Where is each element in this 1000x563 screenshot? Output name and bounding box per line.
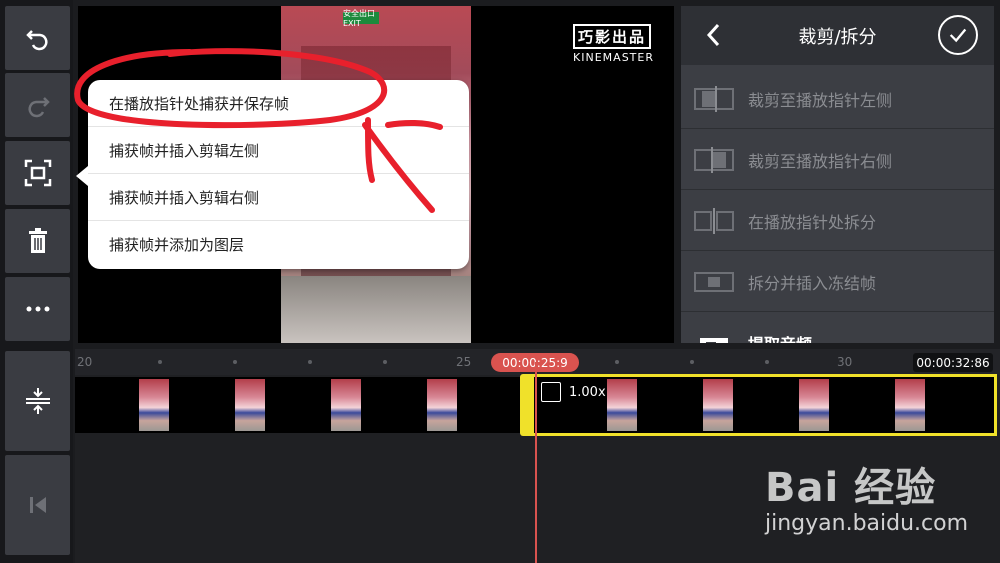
redo-icon [27, 97, 50, 118]
playhead[interactable] [535, 362, 537, 563]
clip-thumbnail [139, 379, 169, 431]
clip-thumbnail [703, 379, 733, 431]
floor [281, 276, 471, 343]
capture-frame-menu: 在播放指针处捕获并保存帧 捕获帧并插入剪辑左侧 捕获帧并插入剪辑右侧 捕获帧并添… [76, 80, 469, 269]
clip-thumbnail [235, 379, 265, 431]
panel-item-split[interactable]: 在播放指针处拆分 [681, 191, 994, 251]
extract-audio-icon [700, 338, 728, 343]
time-ruler[interactable]: 20 25 30 00:00:25:9 00:00:32:86 [75, 349, 1000, 375]
watermark-url: jingyan.baidu.com [765, 511, 969, 536]
film-icon [541, 382, 561, 402]
panel-item-trim-left[interactable]: 裁剪至播放指针左侧 [681, 69, 994, 129]
menu-item-capture-save[interactable]: 在播放指针处捕获并保存帧 [88, 80, 469, 127]
logo-cn: 巧影出品 [573, 24, 652, 49]
clip-thumbnail [607, 379, 637, 431]
panel-item-label: 裁剪至播放指针右侧 [748, 151, 893, 171]
ruler-dot [615, 360, 619, 364]
capture-frame-button[interactable] [5, 141, 70, 205]
ruler-dot [690, 360, 694, 364]
exit-sign: 安全出口 EXIT [343, 9, 379, 28]
chevron-left-icon [706, 23, 720, 47]
video-clip-left[interactable] [75, 377, 524, 433]
panel-item-label: 提取音频 [748, 331, 812, 343]
ruler-dot [383, 360, 387, 364]
undo-button[interactable] [5, 6, 70, 70]
clip-thumbnail [331, 379, 361, 431]
menu-item-capture-insert-left[interactable]: 捕获帧并插入剪辑左侧 [88, 127, 469, 174]
clip-thumbnail [895, 379, 925, 431]
skip-to-start-icon [29, 497, 46, 513]
ruler-tick: 20 [77, 355, 93, 369]
ruler-dot [233, 360, 237, 364]
left-toolbar [0, 0, 73, 563]
back-button[interactable] [699, 19, 729, 51]
split-icon [694, 207, 734, 234]
clip-speed-label: 1.00x [569, 385, 606, 400]
ruler-tick: 25 [456, 355, 472, 369]
trim-left-icon [694, 85, 734, 112]
confirm-button[interactable] [938, 15, 978, 55]
jump-to-start-button[interactable] [5, 455, 70, 555]
panel-item-split-freeze[interactable]: 拆分并插入冻结帧 [681, 252, 994, 312]
ruler-dot [765, 360, 769, 364]
track-height-button[interactable] [5, 351, 70, 451]
watermark-logo: Bai 经验 [765, 465, 937, 511]
total-time-badge: 00:00:32:86 [913, 353, 993, 372]
expand-vertical-icon [25, 388, 50, 414]
check-icon [949, 28, 967, 43]
menu-item-capture-add-layer[interactable]: 捕获帧并添加为图层 [88, 221, 469, 268]
trim-split-panel: 裁剪/拆分 裁剪至播放指针左侧 裁剪至播放指针右侧 在播放指针处拆分 拆分并插入… [681, 6, 994, 343]
video-clip-selected[interactable] [524, 374, 997, 436]
panel-item-label: 裁剪至播放指针左侧 [748, 90, 893, 110]
freeze-frame-icon [694, 271, 734, 292]
trash-icon [28, 228, 47, 253]
trim-right-icon [694, 146, 734, 173]
kinemaster-logo: 巧影出品 KINEMASTER [573, 24, 654, 64]
logo-en: KINEMASTER [573, 51, 654, 64]
clip-thumbnail [427, 379, 457, 431]
ruler-dot [308, 360, 312, 364]
more-button[interactable] [5, 277, 70, 341]
menu-item-capture-insert-right[interactable]: 捕获帧并插入剪辑右侧 [88, 174, 469, 221]
more-icon [26, 306, 49, 312]
baidu-watermark: Bai 经验 jingyan.baidu.com [765, 455, 968, 536]
undo-icon [25, 30, 48, 51]
ruler-dot [158, 360, 162, 364]
clip-thumbnail [799, 379, 829, 431]
panel-title: 裁剪/拆分 [798, 26, 877, 48]
panel-item-extract-audio[interactable]: 提取音频 [681, 313, 994, 343]
redo-button[interactable] [5, 73, 70, 137]
panel-item-label: 拆分并插入冻结帧 [748, 273, 877, 293]
panel-item-label: 在播放指针处拆分 [748, 212, 877, 232]
ruler-tick: 30 [837, 355, 853, 369]
capture-frame-icon [24, 159, 51, 187]
delete-button[interactable] [5, 209, 70, 273]
panel-item-trim-right[interactable]: 裁剪至播放指针右侧 [681, 130, 994, 190]
trim-handle[interactable] [520, 374, 534, 436]
